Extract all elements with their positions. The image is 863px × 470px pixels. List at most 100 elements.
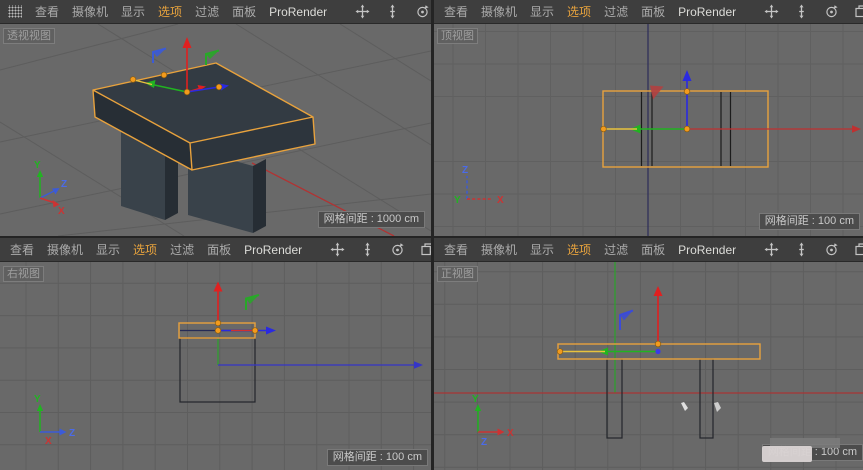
maximize-icon[interactable] — [854, 242, 863, 257]
watermark-specks — [681, 402, 721, 412]
menu-item-camera[interactable]: 摄像机 — [47, 241, 83, 258]
gizmo-plane-handle-z — [153, 49, 166, 64]
menu-item-view[interactable]: 查看 — [10, 241, 34, 258]
viewport-front[interactable]: 查看 摄像机 显示 选项 过滤 面板 ProRender — [434, 238, 863, 470]
viewport-menubar: 查看 摄像机 显示 选项 过滤 面板 ProRender — [0, 0, 431, 24]
menu-item-filter[interactable]: 过滤 — [170, 241, 194, 258]
menu-item-prorender[interactable]: ProRender — [678, 243, 736, 257]
move-icon[interactable] — [764, 242, 779, 257]
menu-item-options[interactable]: 选项 — [158, 3, 182, 20]
table-wireframe[interactable] — [558, 344, 760, 438]
menu-item-filter[interactable]: 过滤 — [604, 241, 628, 258]
viewport-label: 右视图 — [3, 266, 44, 282]
axis-indicator: Z Y X — [454, 165, 504, 206]
move-icon[interactable] — [330, 242, 345, 257]
menu-item-camera[interactable]: 摄像机 — [481, 3, 517, 20]
menu-item-panel[interactable]: 面板 — [641, 241, 665, 258]
viewport-label: 透视视图 — [3, 28, 55, 44]
grid-lines — [0, 262, 431, 470]
move-gizmo[interactable] — [214, 282, 277, 335]
menu-item-filter[interactable]: 过滤 — [604, 3, 628, 20]
menu-item-prorender[interactable]: ProRender — [269, 5, 327, 19]
svg-text:Y: Y — [34, 394, 41, 405]
svg-text:Z: Z — [69, 428, 75, 439]
menu-item-display[interactable]: 显示 — [121, 3, 145, 20]
menu-item-options[interactable]: 选项 — [133, 241, 157, 258]
menu-item-display[interactable]: 显示 — [530, 3, 554, 20]
param-handle-dots — [601, 89, 690, 132]
menu-item-panel[interactable]: 面板 — [207, 241, 231, 258]
table-model[interactable] — [93, 63, 315, 233]
menu-item-display[interactable]: 显示 — [530, 241, 554, 258]
viewport-menubar: 查看 摄像机 显示 选项 过滤 面板 ProRender — [434, 238, 863, 262]
menu-item-display[interactable]: 显示 — [96, 241, 120, 258]
rotate-icon[interactable] — [415, 4, 430, 19]
param-handle-dots — [557, 341, 661, 354]
menu-item-filter[interactable]: 过滤 — [195, 3, 219, 20]
dolly-icon[interactable] — [794, 4, 809, 19]
maximize-icon[interactable] — [854, 4, 863, 19]
menu-item-view[interactable]: 查看 — [35, 3, 59, 20]
svg-text:X: X — [45, 436, 52, 447]
viewport-label: 正视图 — [437, 266, 478, 282]
gizmo-axis-x — [654, 286, 663, 344]
svg-text:X: X — [507, 428, 514, 439]
viewport-right[interactable]: 查看 摄像机 显示 选项 过滤 面板 ProRender — [0, 238, 431, 470]
viewport-label: 顶视图 — [437, 28, 478, 44]
svg-text:Z: Z — [462, 165, 468, 176]
maximize-icon[interactable] — [420, 242, 431, 257]
rotate-icon[interactable] — [390, 242, 405, 257]
table-leg-right-outline — [700, 359, 713, 438]
viewport-perspective[interactable]: 查看 摄像机 显示 选项 过滤 面板 ProRender — [0, 0, 431, 236]
viewport-canvas-top[interactable]: Z Y X 顶视图 网格间距 : 100 cm — [434, 24, 863, 236]
dolly-icon[interactable] — [794, 242, 809, 257]
axis-indicator: Y Z X — [34, 160, 67, 217]
gizmo-plane-handle-z — [620, 311, 633, 331]
gizmo-axis-y — [562, 348, 658, 356]
table-leg-right-side[interactable] — [253, 159, 266, 233]
grid-spacing-badge: 网格间距 : 100 cm — [327, 449, 428, 466]
gizmo-axis-y — [606, 125, 687, 134]
gizmo-axis-z — [683, 70, 692, 129]
menu-item-camera[interactable]: 摄像机 — [72, 3, 108, 20]
menu-item-prorender[interactable]: ProRender — [244, 243, 302, 257]
dolly-icon[interactable] — [385, 4, 400, 19]
move-icon[interactable] — [764, 4, 779, 19]
grid-spacing-badge: 网格间距 : 1000 cm — [318, 211, 425, 228]
menu-item-options[interactable]: 选项 — [567, 3, 591, 20]
gizmo-axis-z-dot — [655, 349, 660, 354]
svg-text:Y: Y — [472, 394, 479, 405]
menu-item-camera[interactable]: 摄像机 — [481, 241, 517, 258]
menu-item-panel[interactable]: 面板 — [641, 3, 665, 20]
menu-item-view[interactable]: 查看 — [444, 3, 468, 20]
svg-text:Z: Z — [481, 437, 487, 448]
menu-item-view[interactable]: 查看 — [444, 241, 468, 258]
menu-item-options[interactable]: 选项 — [567, 241, 591, 258]
svg-text:X: X — [58, 206, 65, 217]
svg-text:Y: Y — [454, 195, 461, 206]
drag-grid-icon[interactable] — [8, 5, 22, 18]
grid-spacing-badge: 网格间距 : 100 cm — [759, 213, 860, 230]
menu-item-panel[interactable]: 面板 — [232, 3, 256, 20]
viewport-canvas-right[interactable]: Y Z X 右视图 网格间距 : 100 cm — [0, 262, 431, 470]
rotate-icon[interactable] — [824, 242, 839, 257]
svg-text:Z: Z — [61, 179, 67, 190]
move-gizmo[interactable] — [601, 70, 692, 134]
viewport-canvas-perspective[interactable]: Y Z X 透视视图 网格间距 : 1000 cm — [0, 24, 431, 236]
svg-text:Y: Y — [34, 160, 41, 171]
watermark-smudge-white — [762, 446, 812, 462]
dolly-icon[interactable] — [360, 242, 375, 257]
param-handle-dots — [215, 320, 258, 333]
move-icon[interactable] — [355, 4, 370, 19]
move-gizmo[interactable] — [557, 286, 662, 356]
world-axis-z — [218, 361, 423, 369]
rotate-icon[interactable] — [824, 4, 839, 19]
menu-item-prorender[interactable]: ProRender — [678, 5, 736, 19]
viewport-top[interactable]: 查看 摄像机 显示 选项 过滤 面板 ProRender — [434, 0, 863, 236]
c4d-quad-view: 查看 摄像机 显示 选项 过滤 面板 ProRender — [0, 0, 863, 470]
viewport-menubar: 查看 摄像机 显示 选项 过滤 面板 ProRender — [434, 0, 863, 24]
viewport-canvas-front[interactable]: Y X Z 正视图 网格间距 : 100 cm — [434, 262, 863, 470]
axis-indicator: Y Z X — [34, 394, 75, 447]
viewport-menubar: 查看 摄像机 显示 选项 过滤 面板 ProRender — [0, 238, 431, 262]
svg-text:X: X — [497, 195, 504, 206]
